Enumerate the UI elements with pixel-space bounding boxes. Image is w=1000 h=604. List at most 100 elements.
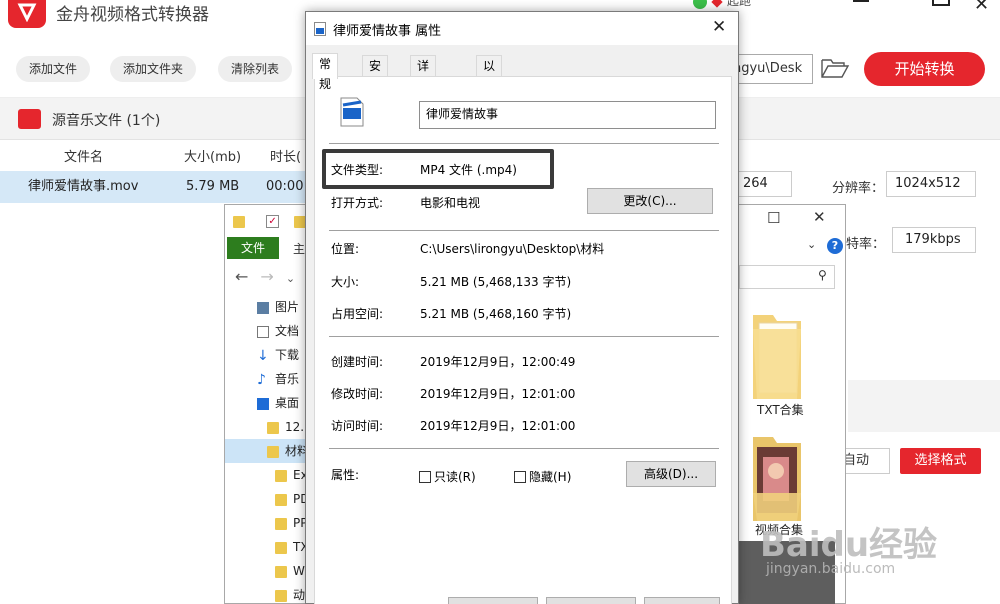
codec-field[interactable]: 264	[734, 171, 792, 197]
readonly-checkbox[interactable]: 只读(R)	[419, 468, 476, 485]
apply-button[interactable]	[644, 597, 720, 604]
add-file-button[interactable]: 添加文件	[16, 56, 91, 82]
general-tab-page: 律师爱情故事 文件类型: MP4 文件 (.mp4) 打开方式: 电影和电视 更…	[314, 76, 732, 604]
created-label: 创建时间:	[331, 355, 384, 369]
folder-icon	[275, 541, 287, 554]
tab-details[interactable]: 详细信息	[410, 55, 437, 133]
watermark-brand: Baidu经验	[760, 525, 938, 565]
user-account[interactable]: 起跑	[693, 0, 751, 9]
tree-item-folder[interactable]: Ex	[275, 463, 308, 487]
dialog-titlebar: 律师爱情故事 属性 ✕	[306, 12, 738, 45]
readonly-label: 只读(R)	[434, 470, 476, 484]
divider	[329, 230, 719, 231]
file-row[interactable]: 律师爱情故事.mov 5.79 MB 00:00:	[0, 171, 308, 203]
created-value: 2019年12月9日，12:00:49	[420, 355, 576, 369]
dialog-close-icon[interactable]: ✕	[712, 17, 726, 37]
tree-item-folder[interactable]: W	[275, 559, 305, 583]
vip-icon	[711, 0, 723, 8]
help-icon[interactable]: ?	[827, 238, 843, 254]
file-type-label: 文件类型:	[331, 163, 384, 177]
dialog-title: 律师爱情故事 属性	[333, 24, 442, 39]
tree-item-documents[interactable]: 文档	[257, 319, 299, 343]
tree-item-folder[interactable]: 12.	[267, 415, 304, 439]
ribbon-tab-home[interactable]: 主	[293, 240, 305, 257]
wechat-icon	[693, 0, 707, 9]
hidden-checkbox[interactable]: 隐藏(H)	[514, 468, 571, 485]
tree-item-label: 音乐	[275, 372, 300, 386]
tree-item-label: 12.	[285, 420, 305, 434]
open-with-value: 电影和电视	[420, 196, 481, 210]
minimize-button[interactable]	[853, 0, 869, 2]
tree-item-folder[interactable]: TX	[275, 535, 309, 559]
divider	[329, 448, 719, 449]
bitrate-field[interactable]: 179kbps	[892, 227, 976, 253]
tree-item-label: 文档	[275, 324, 300, 338]
add-folder-button[interactable]: 添加文件夹	[110, 56, 197, 82]
properties-icon[interactable]: ✓	[266, 215, 280, 228]
file-name-input[interactable]: 律师爱情故事	[419, 101, 716, 129]
maximize-button[interactable]	[932, 0, 950, 6]
ok-button[interactable]	[448, 597, 538, 604]
desktop-icon	[257, 397, 269, 410]
column-filename[interactable]: 文件名	[64, 146, 103, 165]
disk-size-label: 占用空间:	[331, 307, 384, 321]
output-path-field[interactable]: ngyu\Desk	[733, 54, 813, 84]
back-icon[interactable]: ←	[235, 267, 260, 286]
tree-item-downloads[interactable]: ↓ 下载	[257, 343, 299, 367]
close-button[interactable]: ✕	[974, 0, 989, 15]
search-box[interactable]: ⚲	[739, 265, 835, 289]
accessed-value: 2019年12月9日，12:01:00	[420, 419, 576, 433]
tab-security[interactable]: 安全	[362, 55, 389, 93]
documents-icon	[257, 325, 269, 338]
column-size[interactable]: 大小(mb)	[184, 146, 241, 165]
folder-icon	[275, 493, 287, 506]
tab-general[interactable]: 常规	[312, 53, 339, 91]
tab-previous-versions[interactable]: 以前的版本	[476, 55, 503, 153]
cancel-button[interactable]	[546, 597, 636, 604]
change-button[interactable]: 更改(C)...	[587, 188, 713, 214]
video-folder-icon[interactable]	[749, 433, 805, 525]
resolution-label: 分辨率：	[832, 181, 885, 196]
advanced-button[interactable]: 高级(D)...	[626, 461, 716, 487]
folder-icon	[275, 589, 287, 602]
quick-access-toolbar: ✓	[233, 211, 312, 231]
tree-item-desktop[interactable]: 桌面	[257, 391, 299, 415]
resolution-field[interactable]: 1024x512	[886, 171, 976, 197]
music-icon: ♪	[257, 371, 266, 388]
hidden-label: 隐藏(H)	[529, 470, 572, 484]
pictures-icon	[257, 301, 269, 314]
tree-item-music[interactable]: ♪ 音乐	[257, 367, 299, 391]
tree-item-label: 桌面	[275, 396, 300, 410]
location-label: 位置:	[331, 242, 360, 256]
folder-large-icon[interactable]	[749, 311, 805, 403]
format-panel-band	[848, 380, 1000, 432]
watermark: Baidu经验 jingyan.baidu.com	[760, 517, 938, 577]
tree-item-folder[interactable]: PP	[275, 511, 307, 535]
location-value: C:\Users\lirongyu\Desktop\材料	[420, 242, 605, 256]
folder-icon	[233, 215, 245, 228]
open-folder-icon[interactable]	[820, 56, 850, 84]
ribbon-tab-file[interactable]: 文件	[227, 237, 279, 259]
select-format-button[interactable]: 选择格式	[900, 448, 981, 474]
tree-item-pictures[interactable]: 图片	[257, 295, 299, 319]
search-icon: ⚲	[818, 268, 827, 282]
ribbon-expand-icon[interactable]: ⌄	[807, 238, 816, 251]
properties-dialog: 律师爱情故事 属性 ✕ 常规 安全 详细信息 以前的版本 律师爱情故事 文件类型…	[305, 11, 739, 604]
tree-item-materials[interactable]: 材料	[225, 439, 309, 463]
tree-item-folder[interactable]: 动	[275, 583, 305, 604]
app-logo-icon	[8, 0, 46, 28]
film-icon	[18, 109, 41, 129]
size-label: 大小:	[331, 275, 360, 289]
tree-item-label: 图片	[275, 300, 300, 314]
download-icon: ↓	[257, 347, 269, 364]
recent-icon[interactable]: ⌄	[286, 272, 307, 285]
clear-list-button[interactable]: 清除列表	[218, 56, 293, 82]
column-duration[interactable]: 时长(	[270, 146, 301, 165]
explorer-close-icon[interactable]: ✕	[813, 208, 826, 226]
start-convert-button[interactable]: 开始转换	[864, 52, 985, 86]
explorer-maximize-icon[interactable]: ☐	[767, 209, 780, 227]
forward-icon[interactable]: →	[260, 267, 285, 286]
disk-size-value: 5.21 MB (5,468,160 字节)	[420, 307, 572, 321]
size-value: 5.21 MB (5,468,133 字节)	[420, 275, 572, 289]
checkbox-box	[419, 471, 431, 483]
